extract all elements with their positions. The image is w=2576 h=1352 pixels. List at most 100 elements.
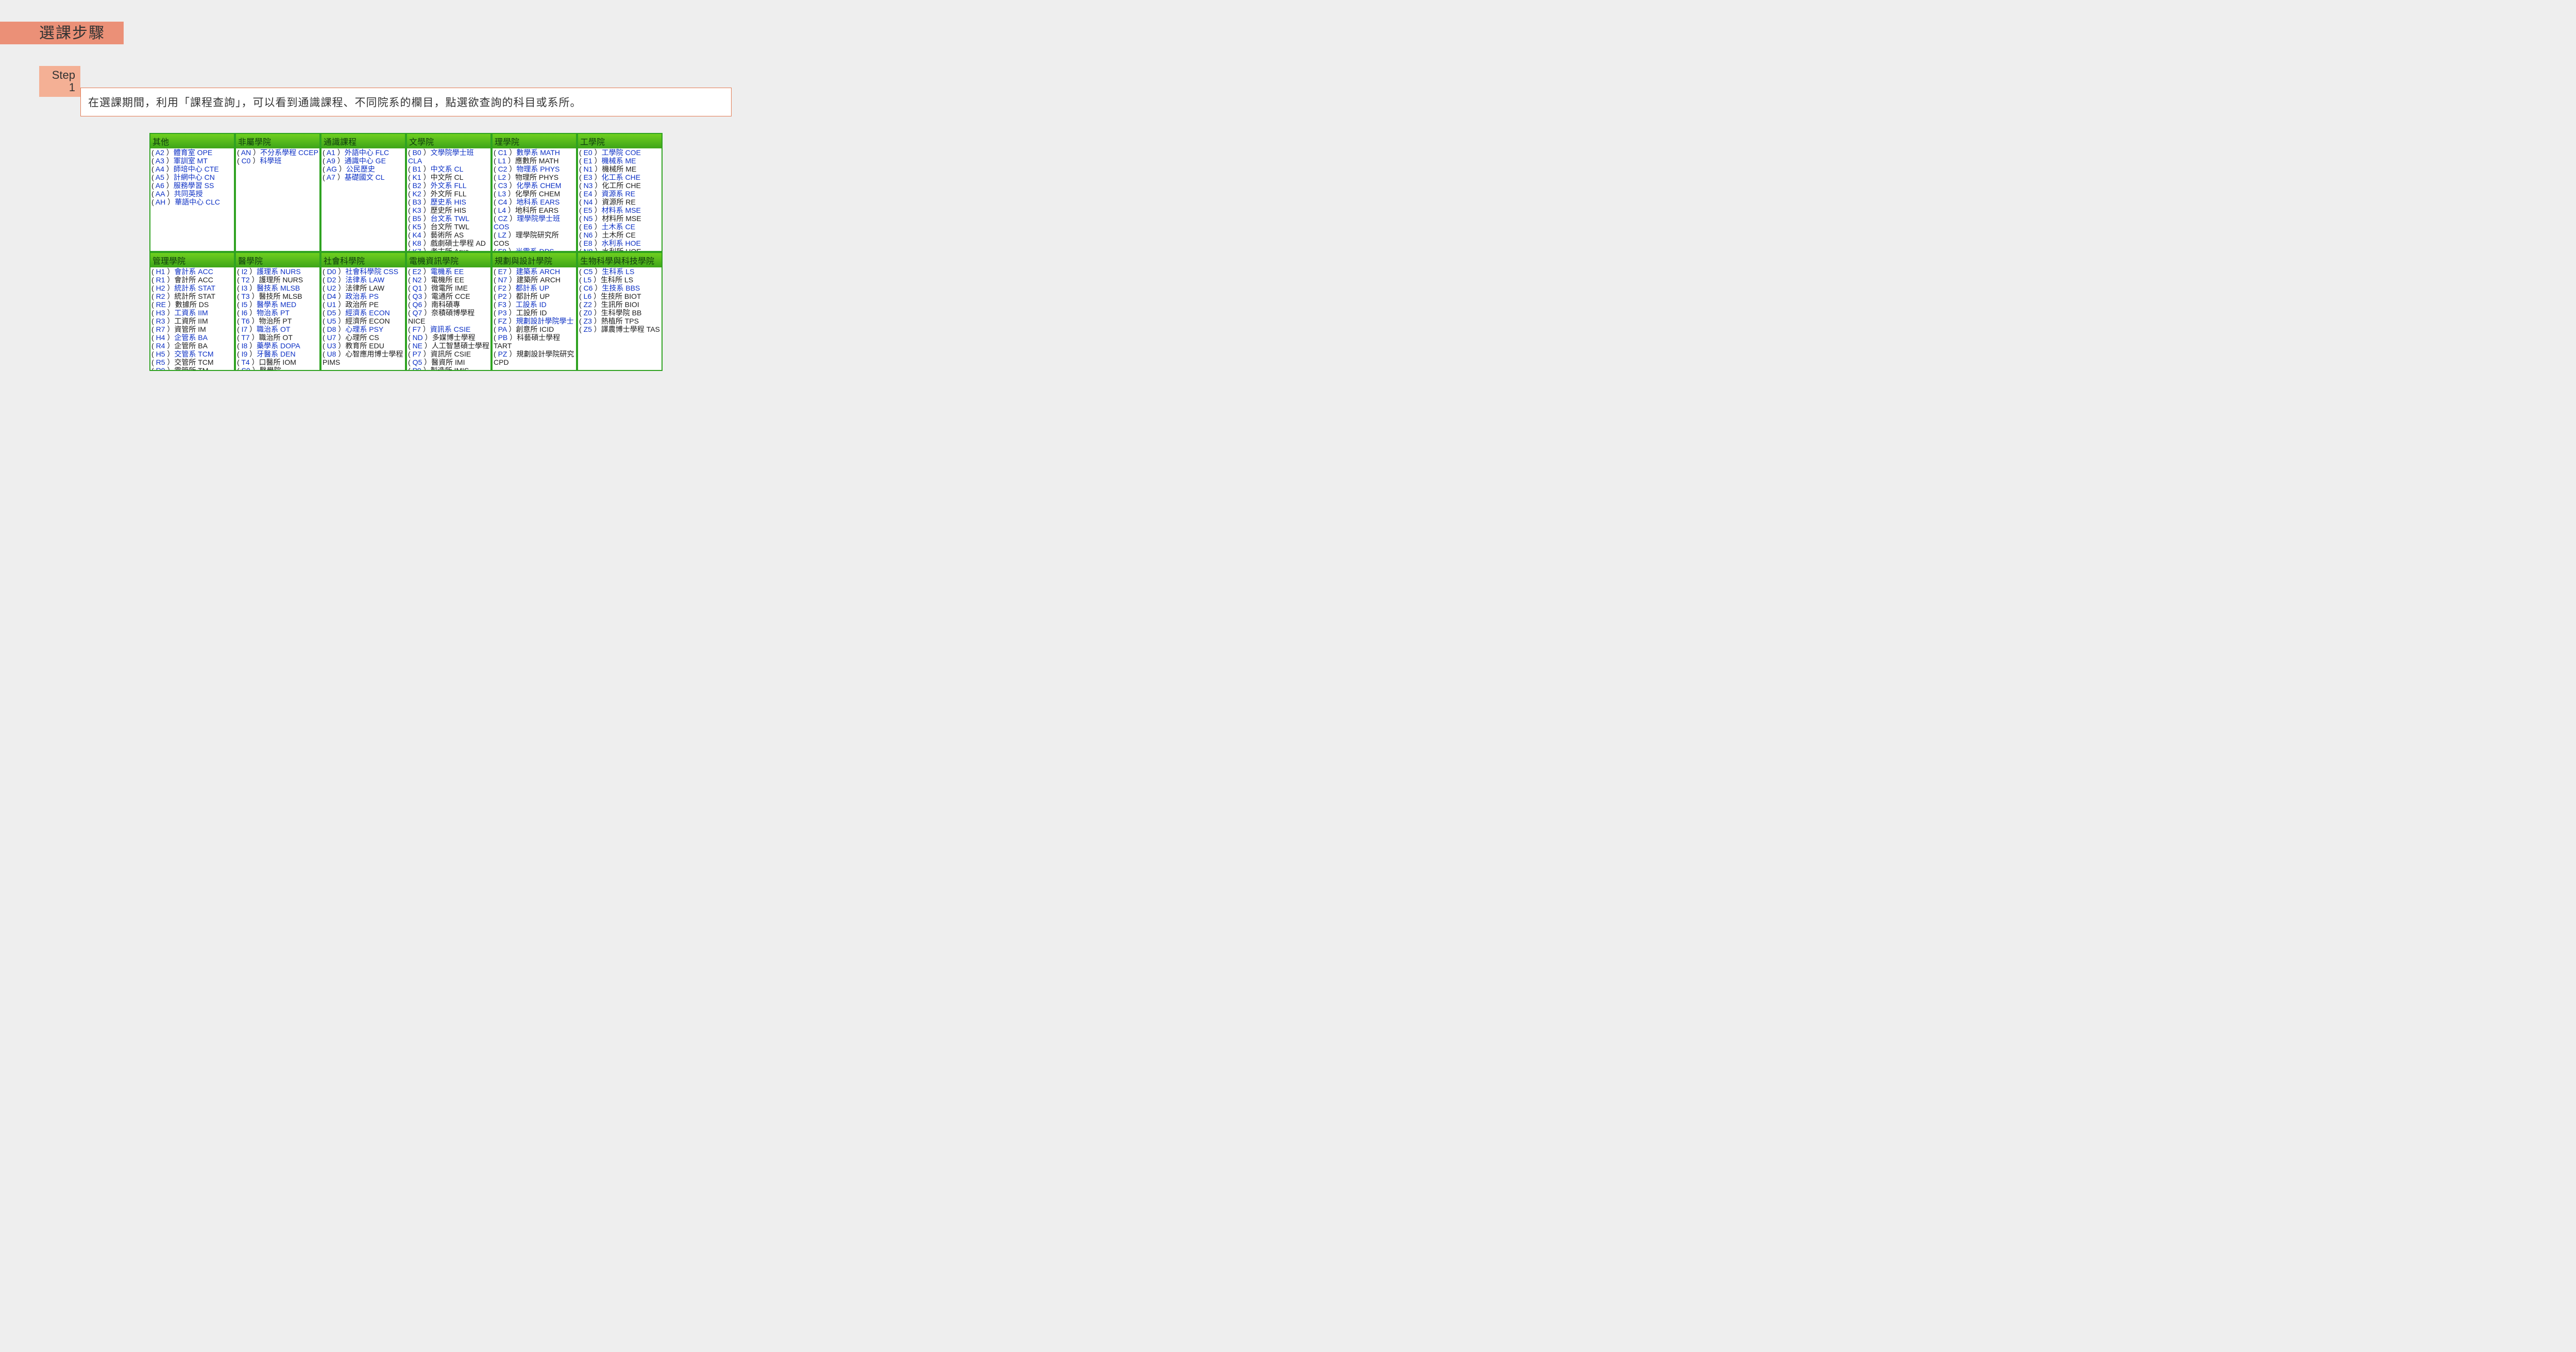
dept-item[interactable]: ( P2 ）都計所 UP <box>494 292 575 300</box>
dept-label[interactable]: 化學所 CHEM <box>515 190 560 198</box>
dept-label[interactable]: 土木所 CE <box>602 231 635 239</box>
dept-code-link[interactable]: H5 <box>156 350 165 358</box>
dept-code-link[interactable]: H4 <box>156 333 165 342</box>
dept-item[interactable]: ( B1 ）中文系 CL <box>408 165 489 173</box>
dept-label[interactable]: 政治系 PS <box>345 292 379 300</box>
dept-code-link[interactable]: K7 <box>413 247 421 251</box>
dept-label[interactable]: 生科所 LS <box>601 276 633 284</box>
dept-code-link[interactable]: P7 <box>413 350 421 358</box>
dept-code-link[interactable]: F2 <box>498 284 506 292</box>
dept-label[interactable]: 資管所 IM <box>174 325 206 333</box>
dept-label[interactable]: 體育室 OPE <box>174 148 212 157</box>
dept-label[interactable]: 電機系 EE <box>431 267 464 276</box>
dept-item[interactable]: ( T4 ）口醫所 IOM <box>237 358 318 366</box>
dept-item[interactable]: ( I3 ）醫技系 MLSB <box>237 284 318 292</box>
dept-code-link[interactable]: AG <box>327 165 337 173</box>
dept-item[interactable]: ( RE ）數據所 DS <box>151 300 233 309</box>
dept-code-link[interactable]: U1 <box>327 300 336 309</box>
dept-code-link[interactable]: C1 <box>498 148 507 157</box>
dept-item[interactable]: ( I9 ）牙醫系 DEN <box>237 350 318 358</box>
dept-label[interactable]: 服務學習 SS <box>174 181 214 190</box>
dept-code-link[interactable]: D0 <box>327 267 336 276</box>
dept-label[interactable]: 社會科學院 CSS <box>345 267 398 276</box>
dept-item[interactable]: ( F3 ）工設系 ID <box>494 300 575 309</box>
dept-item[interactable]: ( PA ）創意所 ICID <box>494 325 575 333</box>
dept-label[interactable]: 電機所 EE <box>431 276 464 284</box>
dept-code-link[interactable]: A9 <box>327 157 335 165</box>
dept-label[interactable]: 資源系 RE <box>602 190 635 198</box>
dept-item[interactable]: ( K2 ）外文所 FLL <box>408 190 489 198</box>
dept-code-link[interactable]: N5 <box>584 214 593 223</box>
dept-item[interactable]: ( D2 ）法律系 LAW <box>323 276 404 284</box>
dept-label[interactable]: 護理所 NURS <box>259 276 303 284</box>
dept-code-link[interactable]: L1 <box>498 157 506 165</box>
dept-label[interactable]: 交管所 TCM <box>174 358 213 366</box>
dept-label[interactable]: 生科學院 BB <box>601 309 642 317</box>
panel-body[interactable]: ( E2 ）電機系 EE( N2 ）電機所 EE( Q1 ）微電所 IME( Q… <box>407 267 490 370</box>
dept-code-link[interactable]: T3 <box>241 292 249 300</box>
dept-item[interactable]: ( Z3 ）熱植所 TPS <box>579 317 660 325</box>
dept-label[interactable]: 人工智慧碩士學程 <box>432 342 489 350</box>
dept-label[interactable]: 都計系 UP <box>516 284 549 292</box>
dept-label[interactable]: 醫資所 IMI <box>431 358 465 366</box>
dept-label[interactable]: 台文所 TWL <box>431 223 469 231</box>
dept-label[interactable]: 資訊系 CSIE <box>430 325 471 333</box>
dept-label[interactable]: 基礎國文 CL <box>345 173 385 181</box>
dept-item[interactable]: ( I2 ）護理系 NURS <box>237 267 318 276</box>
dept-item[interactable]: ( A7 ）基礎國文 CL <box>323 173 404 181</box>
dept-code-link[interactable]: C5 <box>584 267 593 276</box>
dept-code-link[interactable]: E7 <box>498 267 507 276</box>
dept-label[interactable]: 經濟系 ECON <box>345 309 389 317</box>
dept-item[interactable]: ( L5 ）生科所 LS <box>579 276 660 284</box>
dept-code-link[interactable]: N7 <box>498 276 507 284</box>
dept-item[interactable]: ( L2 ）物理所 PHYS <box>494 173 575 181</box>
dept-label[interactable]: 資源所 RE <box>602 198 635 206</box>
dept-item[interactable]: ( N4 ）資源所 RE <box>579 198 660 206</box>
dept-item[interactable]: ( D0 ）社會科學院 CSS <box>323 267 404 276</box>
dept-code-link[interactable]: R5 <box>156 358 165 366</box>
dept-code-link[interactable]: C3 <box>498 181 507 190</box>
dept-label[interactable]: 華語中心 CLC <box>175 198 220 206</box>
dept-label[interactable]: 南科碩專 <box>431 300 460 309</box>
dept-label[interactable]: 外文所 FLL <box>431 190 467 198</box>
dept-item[interactable]: ( N1 ）機械所 ME <box>579 165 660 173</box>
dept-label[interactable]: 計網中心 CN <box>174 173 215 181</box>
dept-label[interactable]: 製造所 IMIS <box>431 366 469 370</box>
dept-code-link[interactable]: P9 <box>413 366 421 370</box>
dept-item[interactable]: ( H5 ）交管系 TCM <box>151 350 233 358</box>
dept-code-link[interactable]: D8 <box>327 325 336 333</box>
dept-item[interactable]: ( R7 ）資管所 IM <box>151 325 233 333</box>
dept-code-link[interactable]: K4 <box>413 231 421 239</box>
dept-item[interactable]: ( H2 ）統計系 STAT <box>151 284 233 292</box>
dept-item[interactable]: ( Z0 ）生科學院 BB <box>579 309 660 317</box>
dept-code-link[interactable]: D2 <box>327 276 336 284</box>
dept-code-link[interactable]: A1 <box>327 148 335 157</box>
dept-code-link[interactable]: PZ <box>498 350 507 358</box>
dept-item[interactable]: ( R9 ）電管所 TM <box>151 366 233 370</box>
dept-label[interactable]: 資訊所 CSIE <box>431 350 471 358</box>
dept-label[interactable]: 化工所 CHE <box>602 181 640 190</box>
dept-code-link[interactable]: C0 <box>242 157 251 165</box>
dept-item[interactable]: ( N8 ）水利所 HOE <box>579 247 660 251</box>
dept-code-link[interactable]: C6 <box>584 284 593 292</box>
dept-label[interactable]: 法律系 LAW <box>345 276 384 284</box>
dept-item[interactable]: ( T3 ）醫技所 MLSB <box>237 292 318 300</box>
dept-item[interactable]: ( I8 ）藥學系 DOPA <box>237 342 318 350</box>
dept-code-link[interactable]: C4 <box>498 198 507 206</box>
dept-code-link[interactable]: R7 <box>156 325 165 333</box>
dept-item[interactable]: ( B2 ）外文系 FLL <box>408 181 489 190</box>
dept-code-link[interactable]: N3 <box>584 181 593 190</box>
dept-label[interactable]: 微電所 IME <box>431 284 468 292</box>
dept-label[interactable]: 材料系 MSE <box>602 206 641 214</box>
dept-item[interactable]: ( K1 ）中文所 CL <box>408 173 489 181</box>
dept-label[interactable]: 統計系 STAT <box>174 284 215 292</box>
dept-code-link[interactable]: T6 <box>241 317 249 325</box>
dept-label[interactable]: 會計系 ACC <box>174 267 213 276</box>
dept-code-link[interactable]: N6 <box>584 231 593 239</box>
dept-item[interactable]: ( D4 ）政治系 PS <box>323 292 404 300</box>
dept-item[interactable]: ( C0 ）科學班 <box>237 157 318 165</box>
dept-code-link[interactable]: L6 <box>584 292 592 300</box>
dept-code-link[interactable]: E8 <box>584 239 592 247</box>
dept-item[interactable]: ( U2 ）法律所 LAW <box>323 284 404 292</box>
dept-item[interactable]: ( E6 ）土木系 CE <box>579 223 660 231</box>
